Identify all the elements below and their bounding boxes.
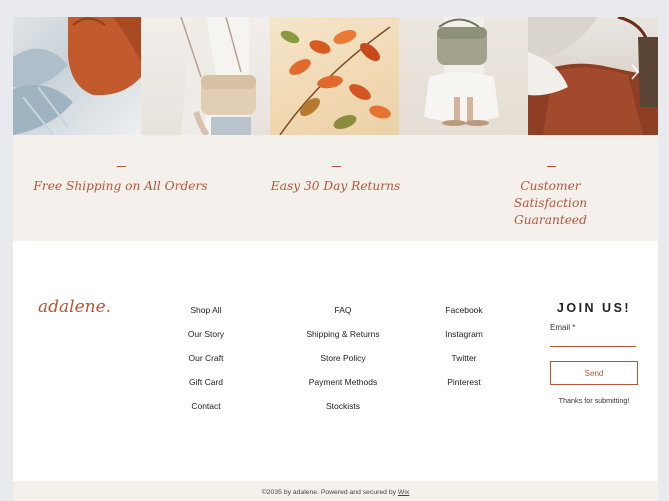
email-field[interactable] — [550, 334, 636, 347]
image-gallery — [13, 17, 658, 135]
promo-text: Easy 30 Day Returns — [270, 179, 401, 193]
footer-link-our-craft[interactable]: Our Craft — [176, 353, 236, 377]
gallery-next-button[interactable] — [628, 61, 642, 83]
footer-social-links: Facebook Instagram Twitter Pinterest — [433, 305, 495, 401]
gallery-image-orange-tote[interactable] — [13, 17, 141, 135]
footer-shop-links: Shop All Our Story Our Craft Gift Card C… — [176, 305, 236, 425]
gallery-image-beige-crossbody[interactable] — [141, 17, 270, 135]
footer-link-payment-methods[interactable]: Payment Methods — [288, 377, 398, 401]
promo-free-shipping: Free Shipping on All Orders — [13, 135, 228, 241]
newsletter-title: JOIN US! — [556, 301, 632, 315]
footer-link-pinterest[interactable]: Pinterest — [433, 377, 495, 401]
footer-link-instagram[interactable]: Instagram — [433, 329, 495, 353]
footer-link-our-story[interactable]: Our Story — [176, 329, 236, 353]
page: Free Shipping on All Orders Easy 30 Day … — [13, 17, 658, 501]
promo-dash — [546, 166, 556, 167]
footer-link-store-policy[interactable]: Store Policy — [288, 353, 398, 377]
promo-returns: Easy 30 Day Returns — [228, 135, 443, 241]
submit-confirmation: Thanks for submitting! — [558, 396, 630, 405]
brand-logo[interactable]: adalene. — [38, 297, 111, 317]
wix-link[interactable]: Wix — [398, 489, 409, 496]
copyright-bar: ©2035 by adalene. Powered and secured by… — [13, 481, 658, 501]
gallery-image-autumn-leaves[interactable] — [270, 17, 399, 135]
promo-dash — [331, 166, 341, 167]
chevron-right-icon — [631, 64, 639, 80]
orange-tote-photo — [13, 17, 141, 135]
gallery-image-brown-bag[interactable] — [528, 17, 658, 135]
footer-link-stockists[interactable]: Stockists — [288, 401, 398, 425]
beige-crossbody-photo — [180, 17, 256, 135]
promo-band: Free Shipping on All Orders Easy 30 Day … — [13, 135, 658, 241]
footer-link-gift-card[interactable]: Gift Card — [176, 377, 236, 401]
footer-link-facebook[interactable]: Facebook — [433, 305, 495, 329]
autumn-leaves-photo — [279, 26, 391, 135]
footer-help-links: FAQ Shipping & Returns Store Policy Paym… — [288, 305, 398, 425]
promo-text: Customer Satisfaction Guaranteed — [513, 179, 588, 227]
footer-link-shipping-returns[interactable]: Shipping & Returns — [288, 329, 398, 353]
gallery-image-green-bag[interactable] — [399, 17, 528, 135]
promo-text: Free Shipping on All Orders — [33, 179, 208, 193]
promo-dash — [116, 166, 126, 167]
copyright-text: ©2035 by adalene. Powered and secured by — [261, 489, 397, 496]
footer-link-twitter[interactable]: Twitter — [433, 353, 495, 377]
footer-link-contact[interactable]: Contact — [176, 401, 236, 425]
footer-link-shop-all[interactable]: Shop All — [176, 305, 236, 329]
email-label: Email * — [550, 323, 576, 332]
promo-satisfaction: Customer Satisfaction Guaranteed — [443, 135, 658, 241]
green-bag-photo — [424, 17, 499, 126]
send-button[interactable]: Send — [550, 361, 638, 385]
newsletter-form: JOIN US! Email * Send Thanks for submitt… — [550, 301, 638, 405]
footer-link-faq[interactable]: FAQ — [288, 305, 398, 329]
